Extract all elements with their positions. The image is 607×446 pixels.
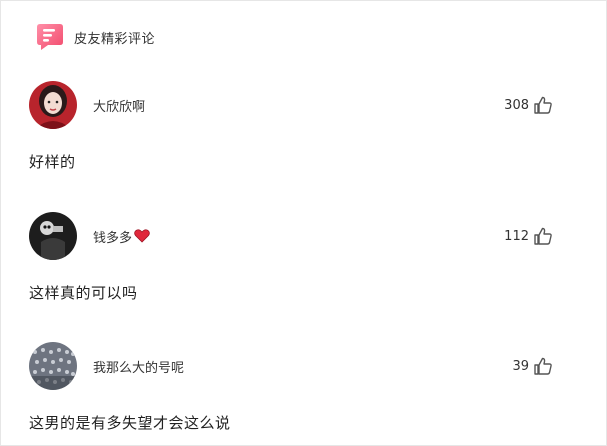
- comment-item: 钱多多 112 这样真的可以吗: [29, 212, 553, 303]
- like-control[interactable]: 39: [512, 356, 553, 376]
- comment-text: 这男的是有多失望才会这么说: [29, 414, 231, 432]
- thumbs-up-icon[interactable]: [533, 226, 553, 246]
- like-count: 39: [512, 358, 529, 374]
- avatar-crowd-grey-icon: [29, 342, 77, 390]
- hot-comments-panel: 皮友精彩评论 大欣欣啊 308 好样的 钱多多 112 这样真的可以吗 我那么大…: [0, 0, 607, 446]
- username[interactable]: 我那么大的号呢: [93, 357, 184, 376]
- username[interactable]: 钱多多: [93, 227, 150, 246]
- like-control[interactable]: 308: [504, 95, 553, 115]
- like-control[interactable]: 112: [504, 226, 553, 246]
- user-avatar[interactable]: [29, 212, 77, 260]
- comment-item: 大欣欣啊 308 好样的: [29, 81, 553, 172]
- avatar-girl-red-icon: [29, 81, 77, 129]
- user-avatar[interactable]: [29, 81, 77, 129]
- thumbs-up-icon[interactable]: [533, 95, 553, 115]
- thumbs-up-icon[interactable]: [533, 356, 553, 376]
- speech-bubble-logo-icon: [37, 24, 63, 50]
- comment-text: 好样的: [29, 153, 76, 171]
- like-count: 308: [504, 97, 529, 113]
- comment-item: 我那么大的号呢 39 这男的是有多失望才会这么说: [29, 342, 553, 433]
- user-avatar[interactable]: [29, 342, 77, 390]
- avatar-dark-ghost-icon: [29, 212, 77, 260]
- username[interactable]: 大欣欣啊: [93, 96, 145, 115]
- comment-text: 这样真的可以吗: [29, 284, 138, 302]
- section-header: 皮友精彩评论: [35, 21, 155, 53]
- red-heart-icon: [134, 229, 150, 243]
- like-count: 112: [504, 228, 529, 244]
- section-title: 皮友精彩评论: [74, 31, 156, 47]
